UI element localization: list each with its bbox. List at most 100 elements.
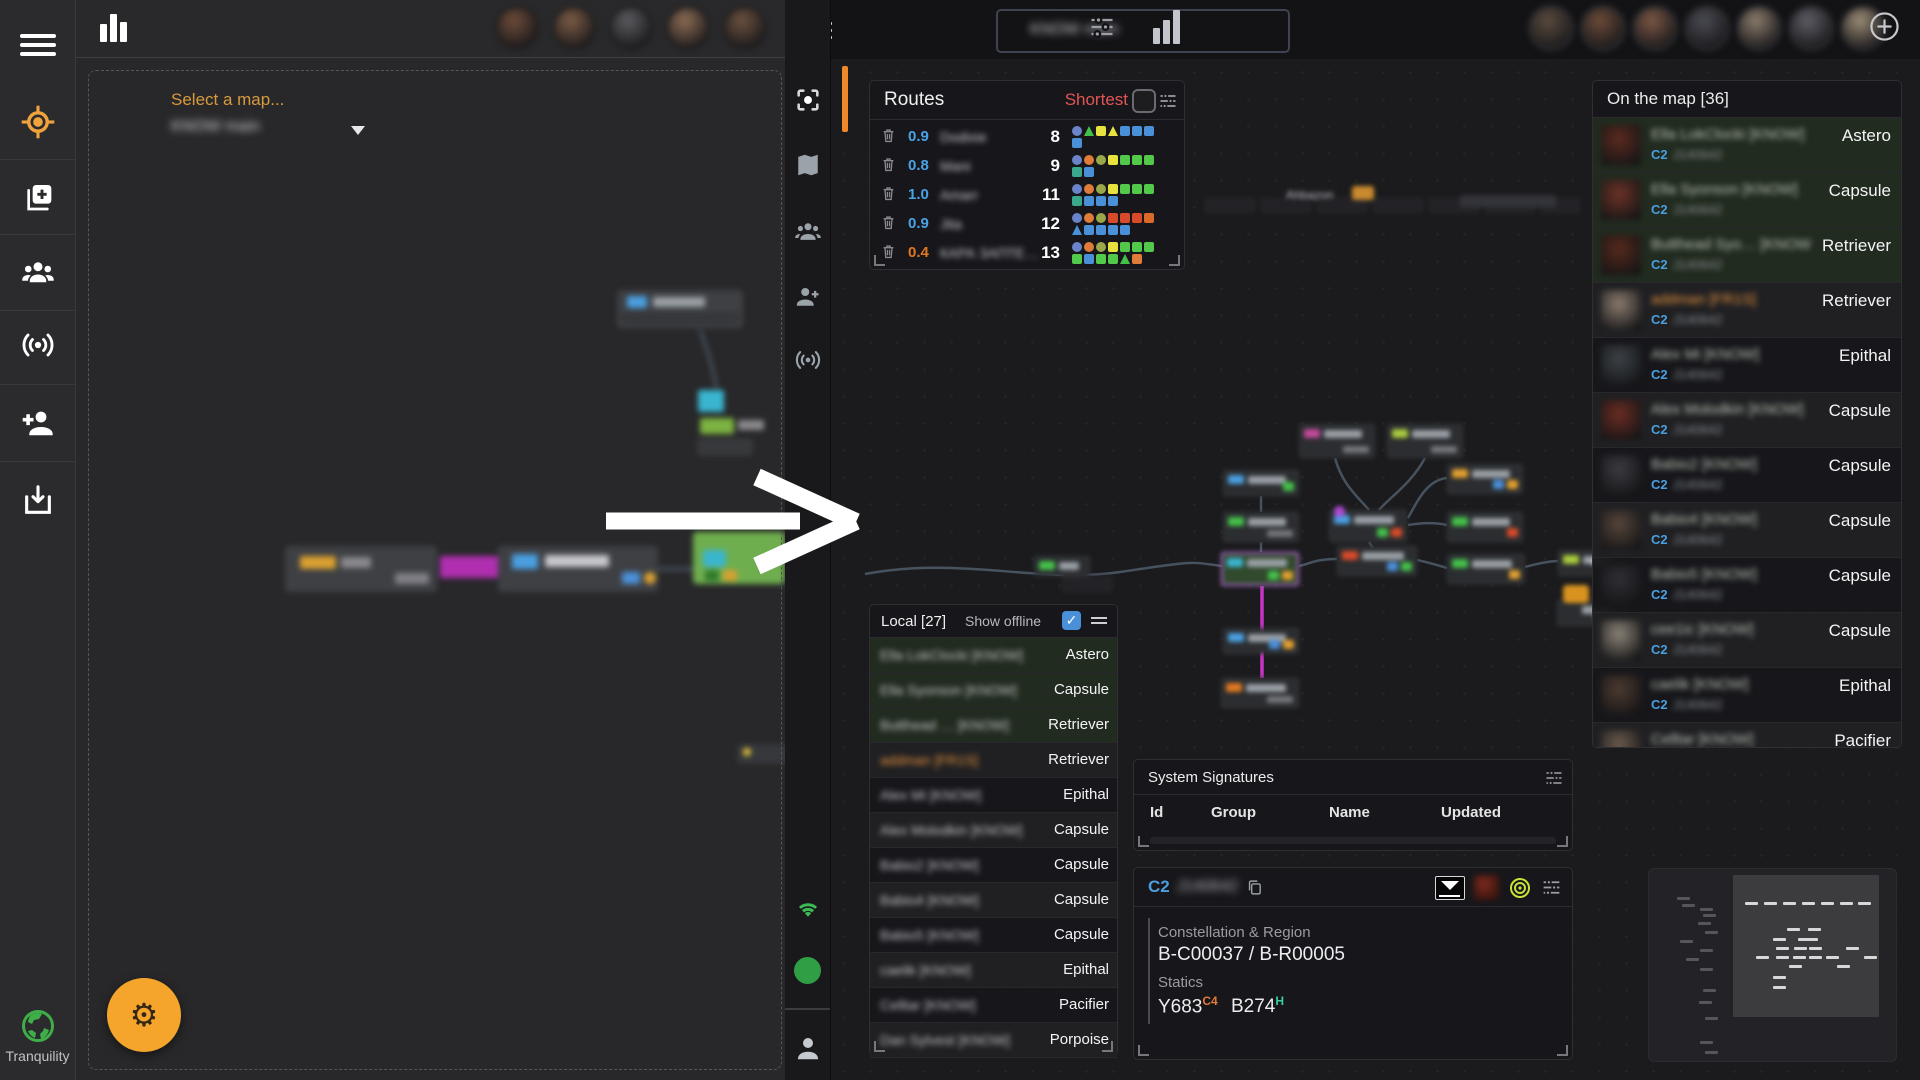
pilot-portrait[interactable]	[1601, 235, 1641, 275]
add-circle-icon[interactable]	[1868, 10, 1901, 43]
pilot-name[interactable]: Alex Mi [KNOW]	[1651, 346, 1759, 363]
on-map-row[interactable]: Ella LokClocki [KNOW] C2 J140642 Astero	[1593, 118, 1901, 173]
pilot-name[interactable]: Babio2 [KNOW]	[1651, 456, 1757, 473]
pilot-name[interactable]: Dan Sylvest [KNOW]	[880, 1032, 1010, 1048]
map-name-input[interactable]: KNOW main	[996, 9, 1290, 53]
on-map-row[interactable]: Babio4 [KNOW] C2 J140642 Capsule	[1593, 503, 1901, 558]
system-node[interactable]	[1223, 628, 1299, 654]
pilot-name[interactable]: Babio5 [KNOW]	[1651, 566, 1757, 583]
pilot-portrait[interactable]	[1601, 675, 1641, 715]
pilot-name[interactable]: Ella LokClocki [KNOW]	[1651, 126, 1804, 143]
route-row[interactable]: 0.8 Mani 9	[870, 153, 1184, 182]
route-row[interactable]: 0.4 КАРА ЗАПТЕ… 13	[870, 240, 1184, 269]
on-map-row[interactable]: Alex Molodkin [KNOW] C2 J140642 Capsule	[1593, 393, 1901, 448]
col-name[interactable]: Name	[1329, 804, 1370, 821]
pilot-portrait[interactable]	[1601, 345, 1641, 385]
stats-icon[interactable]	[100, 14, 127, 42]
pilot-portrait[interactable]	[1601, 565, 1641, 605]
pilot-name[interactable]: caelik [KNOW]	[1651, 676, 1749, 693]
avatar[interactable]	[1580, 5, 1626, 51]
signatures-settings-icon[interactable]	[1544, 768, 1564, 788]
avatar[interactable]	[1528, 5, 1574, 51]
avatar[interactable]	[1788, 5, 1834, 51]
people-icon[interactable]	[785, 206, 830, 258]
chevron-down-icon[interactable]	[351, 126, 365, 135]
route-row[interactable]: 1.0 Amarr 11	[870, 182, 1184, 211]
system-node[interactable]	[1221, 552, 1299, 586]
pilot-name[interactable]: addman [FR1S]	[880, 752, 978, 768]
effect-icon[interactable]	[1435, 875, 1465, 900]
local-row[interactable]: Babio2 [KNOW] Capsule	[870, 848, 1117, 883]
pilot-name[interactable]: addman [FR1S]	[1651, 291, 1756, 308]
avatar[interactable]	[552, 6, 596, 50]
menu-icon[interactable]	[0, 8, 75, 82]
system-node[interactable]	[1034, 556, 1090, 576]
pilot-name[interactable]: caelik [KNOW]	[880, 962, 971, 978]
pilot-name[interactable]: Alex Mi [KNOW]	[880, 787, 981, 803]
route-destination[interactable]: КАРА ЗАПТЕ…	[940, 245, 1039, 261]
pilot-name[interactable]: Butthead … [KNOW]	[880, 717, 1009, 733]
pilot-portrait[interactable]	[1601, 510, 1641, 550]
system-node[interactable]	[1337, 546, 1417, 576]
system-node[interactable]	[1221, 678, 1299, 708]
map-icon[interactable]	[785, 139, 830, 191]
local-row[interactable]: Ella Syonson [KNOW] Capsule	[870, 673, 1117, 708]
col-group[interactable]: Group	[1211, 804, 1256, 821]
avatar[interactable]	[723, 6, 767, 50]
route-row[interactable]: 0.9 Jita 12	[870, 211, 1184, 240]
system-node[interactable]	[1447, 464, 1523, 494]
local-row[interactable]: addman [FR1S] Retriever	[870, 743, 1117, 778]
filter-settings-icon[interactable]	[1088, 13, 1116, 41]
system-node[interactable]	[1387, 424, 1463, 458]
on-map-row[interactable]: caelik [KNOW] C2 J140642 Epithal	[1593, 668, 1901, 723]
avatar[interactable]	[1684, 5, 1730, 51]
pilot-portrait[interactable]	[1474, 875, 1499, 900]
system-node[interactable]	[1447, 512, 1523, 542]
broadcast-icon[interactable]	[0, 308, 75, 382]
scrollbar[interactable]	[1150, 837, 1556, 844]
pilot-portrait[interactable]	[1601, 290, 1641, 330]
local-row[interactable]: Ella LokClocki [KNOW] Astero	[870, 638, 1117, 673]
pilot-name[interactable]: Butthead Syo… [KNOW]	[1651, 236, 1811, 253]
local-menu-icon[interactable]	[1091, 614, 1107, 627]
pilot-name[interactable]: Alex Molodkin [KNOW]	[1651, 401, 1804, 418]
trash-icon[interactable]	[882, 215, 895, 235]
route-settings-icon[interactable]	[1158, 91, 1178, 111]
my-location-icon[interactable]	[0, 85, 75, 159]
pilot-portrait[interactable]	[1601, 125, 1641, 165]
avatar[interactable]	[1632, 5, 1678, 51]
col-id[interactable]: Id	[1150, 804, 1163, 821]
on-map-row[interactable]: addman [FR1S] C2 J140642 Retriever	[1593, 283, 1901, 338]
local-row[interactable]: Babio5 [KNOW] Capsule	[870, 918, 1117, 953]
show-offline-checkbox[interactable]: ✓	[1062, 611, 1081, 630]
route-destination[interactable]: Jita	[940, 216, 962, 232]
trash-icon[interactable]	[882, 186, 895, 206]
locate-icon[interactable]	[1508, 876, 1532, 900]
pilot-name[interactable]: Celltar [KNOW]	[1651, 731, 1754, 747]
system-settings-icon[interactable]	[1541, 877, 1562, 898]
local-row[interactable]: Babio4 [KNOW] Capsule	[870, 883, 1117, 918]
center-focus-icon[interactable]	[785, 74, 830, 126]
pilot-portrait[interactable]	[1601, 180, 1641, 220]
copy-icon[interactable]	[1246, 879, 1263, 896]
on-map-row[interactable]: cee1ic [KNOW] C2 J140642 Capsule	[1593, 613, 1901, 668]
avatar[interactable]	[495, 6, 539, 50]
pilot-name[interactable]: Ella LokClocki [KNOW]	[880, 647, 1023, 663]
pilot-name[interactable]: Babio2 [KNOW]	[880, 857, 979, 873]
system-node[interactable]	[1373, 198, 1423, 213]
local-row[interactable]: Alex Mi [KNOW] Epithal	[870, 778, 1117, 813]
trash-icon[interactable]	[882, 157, 895, 177]
route-destination[interactable]: Dodixie	[940, 129, 987, 145]
on-map-row[interactable]: Ella Syonson [KNOW] C2 J140642 Capsule	[1593, 173, 1901, 228]
pilot-portrait[interactable]	[1601, 455, 1641, 495]
broadcast-icon[interactable]	[785, 334, 830, 386]
route-destination[interactable]: Amarr	[940, 187, 978, 203]
groups-icon[interactable]	[0, 235, 75, 309]
local-row[interactable]: caelik [KNOW] Epithal	[870, 953, 1117, 988]
pilot-name[interactable]: Ella Syonson [KNOW]	[1651, 181, 1798, 198]
avatar[interactable]	[1736, 5, 1782, 51]
on-map-row[interactable]: Celltar [KNOW]C2J140642Pacifier	[1593, 723, 1901, 747]
on-map-row[interactable]: Alex Mi [KNOW] C2 J140642 Epithal	[1593, 338, 1901, 393]
pilot-name[interactable]: Alex Molodkin [KNOW]	[880, 822, 1022, 838]
minimap-panel[interactable]	[1648, 868, 1897, 1062]
